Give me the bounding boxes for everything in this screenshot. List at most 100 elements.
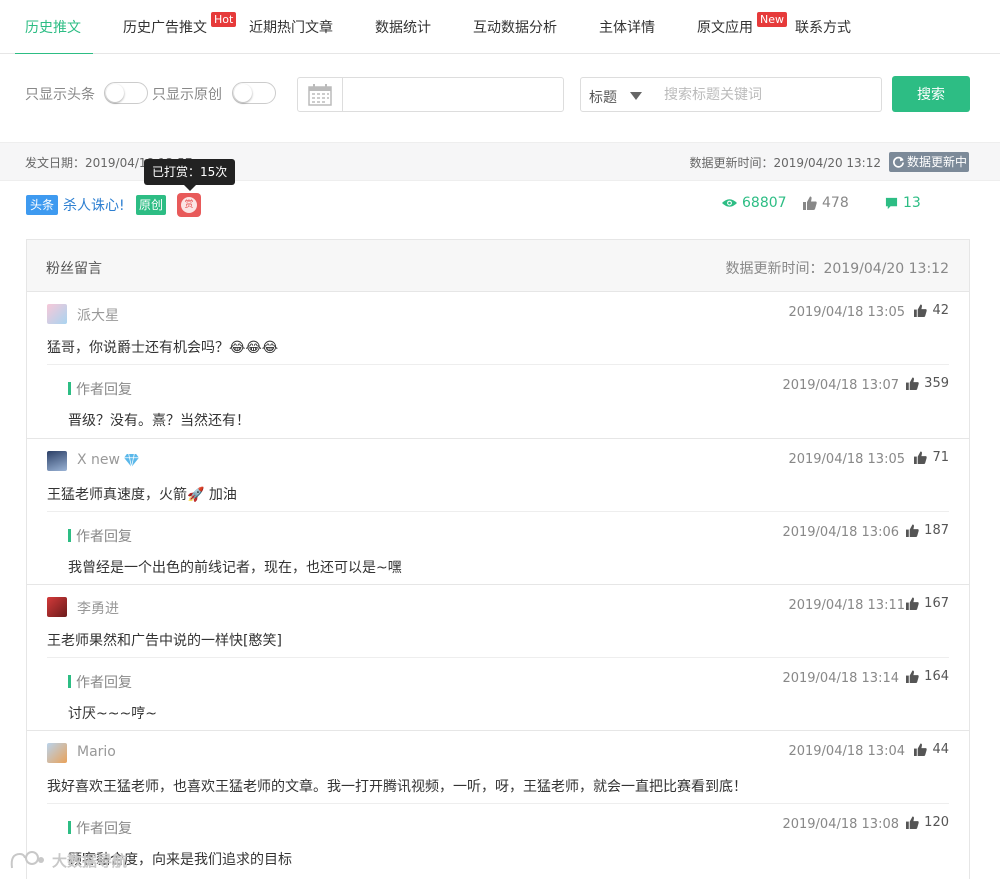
- thumbs-up-icon: [906, 524, 919, 537]
- thumbs-up-icon: [914, 743, 928, 756]
- tab-label: 主体详情: [599, 20, 655, 36]
- author-reply: 作者回复 2019/04/18 13:07 359 晋级？没有。熹？当然还有！: [47, 364, 949, 438]
- thumbs-up-icon: [914, 451, 928, 464]
- panel-update-time: 数据更新时间：2019/04/20 13:12: [725, 261, 950, 277]
- commenter-name-text: 李勇进: [77, 601, 119, 617]
- tab-label: 联系方式: [795, 20, 851, 36]
- reply-time: 2019/04/18 13:07: [782, 378, 899, 393]
- reply-like[interactable]: 359: [906, 376, 949, 391]
- commenter-name-text: Mario: [77, 744, 116, 760]
- search-input[interactable]: [654, 77, 882, 112]
- commenter-name: 李勇进: [77, 598, 119, 618]
- headline-only-toggle[interactable]: [104, 82, 148, 104]
- like-count: 167: [924, 596, 949, 611]
- reward-tooltip: 已打赏：15次: [144, 159, 236, 191]
- comment-time: 2019/04/18 13:05: [788, 305, 905, 320]
- reply-text: 我曾经是一个出色的前线记者，现在，也还可以是~嘿: [68, 560, 402, 576]
- like-count: 120: [924, 815, 949, 830]
- like-count: 359: [924, 376, 949, 391]
- search-field-select[interactable]: 标题: [580, 77, 655, 112]
- reply-like[interactable]: 120: [906, 815, 949, 830]
- tab-label: 历史广告推文: [123, 20, 207, 36]
- calendar-icon: [298, 78, 343, 111]
- tab-history-posts[interactable]: 历史推文: [15, 0, 93, 55]
- author-reply-label: 作者回复: [68, 672, 132, 692]
- commenter-name-text: 派大星: [77, 308, 119, 324]
- diamond-icon: [124, 453, 139, 467]
- avatar: [47, 597, 67, 617]
- author-reply: 作者回复 2019/04/18 13:08 120 顾客黏合度，向来是我们追求的…: [47, 803, 949, 877]
- reply-like[interactable]: 164: [906, 669, 949, 684]
- search-button[interactable]: 搜索: [892, 76, 970, 112]
- updating-badge[interactable]: 数据更新中: [889, 152, 969, 172]
- hot-badge: Hot: [211, 12, 237, 27]
- tab-label: 互动数据分析: [473, 20, 557, 36]
- tab-interaction-analysis[interactable]: 互动数据分析: [473, 0, 557, 54]
- tab-label: 历史推文: [25, 20, 81, 36]
- comment-like[interactable]: 71: [914, 450, 949, 465]
- watermark: 大数据导航: [8, 848, 127, 872]
- views-count: 68807: [742, 195, 787, 211]
- nav-tabs: 历史推文 历史广告推文 Hot 近期热门文章 数据统计 互动数据分析 主体详情 …: [0, 0, 1000, 55]
- avatar: [47, 451, 67, 471]
- author-reply-label: 作者回复: [68, 818, 132, 838]
- panel-header: 粉丝留言 数据更新时间：2019/04/20 13:12: [27, 240, 969, 292]
- author-reply: 作者回复 2019/04/18 13:14 164 讨厌~~~哼~: [47, 657, 949, 731]
- commenter-name: X new: [77, 452, 139, 468]
- like-count: 44: [932, 742, 949, 757]
- search-field-value: 标题: [589, 90, 617, 106]
- tab-label: 原文应用: [697, 20, 753, 36]
- comment-text: 王猛老师真速度，火箭🚀 加油: [47, 487, 237, 503]
- tab-history-ad-posts[interactable]: 历史广告推文: [123, 0, 207, 54]
- author-reply-label: 作者回复: [68, 526, 132, 546]
- headline-only-label: 只显示头条: [25, 87, 95, 103]
- author-reply-label: 作者回复: [68, 379, 132, 399]
- tab-label: 近期热门文章: [249, 20, 333, 36]
- author-reply: 作者回复 2019/04/18 13:06 187 我曾经是一个出色的前线记者，…: [47, 511, 949, 585]
- date-picker[interactable]: [297, 77, 564, 112]
- original-only-label: 只显示原创: [152, 87, 222, 103]
- refresh-icon: [893, 156, 904, 168]
- article-title-link[interactable]: 杀人诛心!: [63, 195, 125, 215]
- tab-contact[interactable]: 联系方式: [795, 0, 851, 54]
- comments-count: 13: [903, 195, 921, 211]
- reply-time: 2019/04/18 13:06: [782, 525, 899, 540]
- comment-item: Mario 2019/04/18 13:04 44 我好喜欢王猛老师，也喜欢王猛…: [27, 731, 969, 879]
- tab-data-statistics[interactable]: 数据统计: [375, 0, 431, 54]
- comment-time: 2019/04/18 13:05: [788, 452, 905, 467]
- comment-like[interactable]: 167: [906, 596, 949, 611]
- comment-item: 派大星 2019/04/18 13:05 42 猛哥，你说爵士还有机会吗？😂😂😂…: [27, 292, 969, 439]
- comment-text: 我好喜欢王猛老师，也喜欢王猛老师的文章。我一打开腾讯视频，一听，呀，王猛老师，就…: [47, 779, 747, 795]
- reward-icon-char: 赏: [181, 197, 197, 213]
- like-count: 71: [932, 450, 949, 465]
- reply-text: 晋级？没有。熹？当然还有！: [68, 413, 250, 429]
- comment-like[interactable]: 44: [914, 742, 949, 757]
- filter-bar: 只显示头条 只显示原创 标题 搜索: [0, 54, 1000, 142]
- tab-label: 数据统计: [375, 20, 431, 36]
- caret-down-icon: [630, 92, 642, 100]
- comment-item: 李勇进 2019/04/18 13:11 167 王老师果然和广告中说的一样快[…: [27, 585, 969, 731]
- reply-text: 讨厌~~~哼~: [68, 706, 157, 722]
- like-count: 164: [924, 669, 949, 684]
- likes-stat: 478: [803, 195, 849, 211]
- comment-time: 2019/04/18 13:11: [788, 598, 905, 613]
- comment-item: X new 2019/04/18 13:05 71 王猛老师真速度，火箭🚀 加油…: [27, 439, 969, 585]
- thumbs-up-icon: [906, 597, 919, 610]
- tab-entity-details[interactable]: 主体详情: [599, 0, 655, 54]
- watermark-text: 大数据导航: [52, 851, 128, 870]
- tab-recent-hot-articles[interactable]: 近期热门文章: [249, 0, 333, 54]
- thumbs-up-icon: [803, 196, 817, 210]
- reply-time: 2019/04/18 13:14: [782, 671, 899, 686]
- comment-like[interactable]: 42: [914, 303, 949, 318]
- original-only-toggle[interactable]: [232, 82, 276, 104]
- commenter-name: Mario: [77, 744, 116, 760]
- thumbs-up-icon: [906, 816, 919, 829]
- reply-like[interactable]: 187: [906, 523, 949, 538]
- like-count: 42: [932, 303, 949, 318]
- reply-time: 2019/04/18 13:08: [782, 817, 899, 832]
- panel-title: 粉丝留言: [46, 261, 102, 277]
- reward-icon[interactable]: 赏: [177, 193, 201, 217]
- new-badge: New: [757, 12, 787, 27]
- thumbs-up-icon: [906, 377, 919, 390]
- tab-original-app[interactable]: 原文应用: [697, 0, 753, 54]
